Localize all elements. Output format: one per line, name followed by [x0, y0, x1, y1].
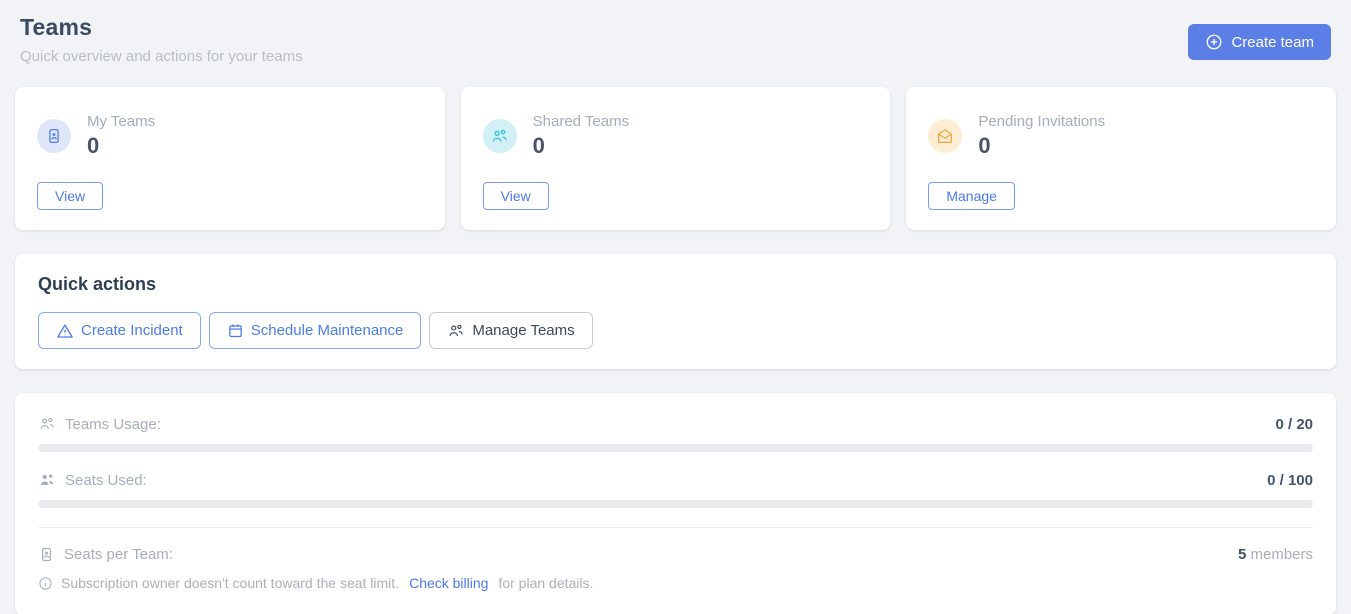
usage-divider [38, 527, 1313, 528]
create-team-label: Create team [1231, 34, 1314, 51]
my-teams-card: My Teams 0 View [15, 87, 445, 230]
teams-usage-label: Teams Usage: [65, 416, 161, 433]
manage-teams-label: Manage Teams [472, 322, 574, 339]
quick-actions-card: Quick actions Create Incident [15, 254, 1336, 369]
users-outline-icon [38, 415, 56, 433]
schedule-maintenance-button[interactable]: Schedule Maintenance [209, 312, 422, 349]
shared-teams-view-button[interactable]: View [483, 182, 549, 210]
stat-text: Shared Teams 0 [533, 113, 629, 159]
seats-used-label: Seats Used: [65, 472, 147, 489]
seats-per-team-label: Seats per Team: [64, 546, 173, 563]
plus-circle-icon [1205, 33, 1223, 51]
create-team-button[interactable]: Create team [1188, 24, 1331, 60]
id-badge-icon [37, 119, 71, 153]
seats-per-team-label-wrap: Seats per Team: [38, 546, 173, 563]
shared-teams-card: Shared Teams 0 View [461, 87, 891, 230]
seats-used-value: 0 / 100 [1267, 472, 1313, 489]
manage-teams-button[interactable]: Manage Teams [429, 312, 592, 349]
seats-per-team-value: 5 members [1238, 546, 1313, 563]
usage-card: Teams Usage: 0 / 20 Seats Used: 0 / 100 [15, 393, 1336, 614]
stat-value: 0 [978, 133, 1105, 159]
teams-usage-value: 0 / 20 [1275, 416, 1313, 433]
page-header: Teams Quick overview and actions for you… [15, 12, 1336, 65]
stat-value: 0 [533, 133, 629, 159]
stat-value: 0 [87, 133, 155, 159]
users-group-icon [447, 322, 465, 340]
teams-usage-row: Teams Usage: 0 / 20 [38, 415, 1313, 433]
seats-per-team-unit: members [1250, 546, 1313, 563]
quick-actions-title: Quick actions [38, 274, 1313, 295]
stat-text: Pending Invitations 0 [978, 113, 1105, 159]
seat-limit-note: Subscription owner doesn't count toward … [38, 575, 1313, 591]
info-circle-icon [38, 576, 53, 591]
stat-top: My Teams 0 [37, 113, 423, 159]
teams-usage-label-wrap: Teams Usage: [38, 415, 161, 433]
users-group-icon [483, 119, 517, 153]
stat-top: Shared Teams 0 [483, 113, 869, 159]
schedule-maintenance-label: Schedule Maintenance [251, 322, 404, 339]
stat-text: My Teams 0 [87, 113, 155, 159]
header-text: Teams Quick overview and actions for you… [20, 14, 303, 65]
warning-triangle-icon [56, 322, 74, 340]
pending-invitations-manage-button[interactable]: Manage [928, 182, 1015, 210]
note-text-after: for plan details. [498, 575, 593, 591]
note-text-before: Subscription owner doesn't count toward … [61, 575, 399, 591]
seats-used-progressbar [38, 500, 1313, 508]
stat-cards-row: My Teams 0 View Shared Teams [15, 87, 1336, 230]
users-filled-icon [38, 471, 56, 489]
page-subtitle: Quick overview and actions for your team… [20, 48, 303, 65]
stat-label: My Teams [87, 113, 155, 130]
mail-icon [928, 119, 962, 153]
teams-usage-progressbar [38, 444, 1313, 452]
quick-actions-buttons: Create Incident Schedule Maintenance [38, 312, 1313, 349]
create-incident-label: Create Incident [81, 322, 183, 339]
seats-used-label-wrap: Seats Used: [38, 471, 147, 489]
stat-label: Shared Teams [533, 113, 629, 130]
id-badge-icon [38, 546, 55, 563]
stat-top: Pending Invitations 0 [928, 113, 1314, 159]
stat-label: Pending Invitations [978, 113, 1105, 130]
seats-used-row: Seats Used: 0 / 100 [38, 471, 1313, 489]
page-title: Teams [20, 14, 303, 41]
seats-per-team-row: Seats per Team: 5 members [38, 546, 1313, 563]
my-teams-view-button[interactable]: View [37, 182, 103, 210]
create-incident-button[interactable]: Create Incident [38, 312, 201, 349]
pending-invitations-card: Pending Invitations 0 Manage [906, 87, 1336, 230]
calendar-icon [227, 322, 244, 339]
seats-per-team-number: 5 [1238, 546, 1246, 563]
check-billing-link[interactable]: Check billing [409, 575, 488, 591]
teams-page: Teams Quick overview and actions for you… [0, 0, 1351, 614]
